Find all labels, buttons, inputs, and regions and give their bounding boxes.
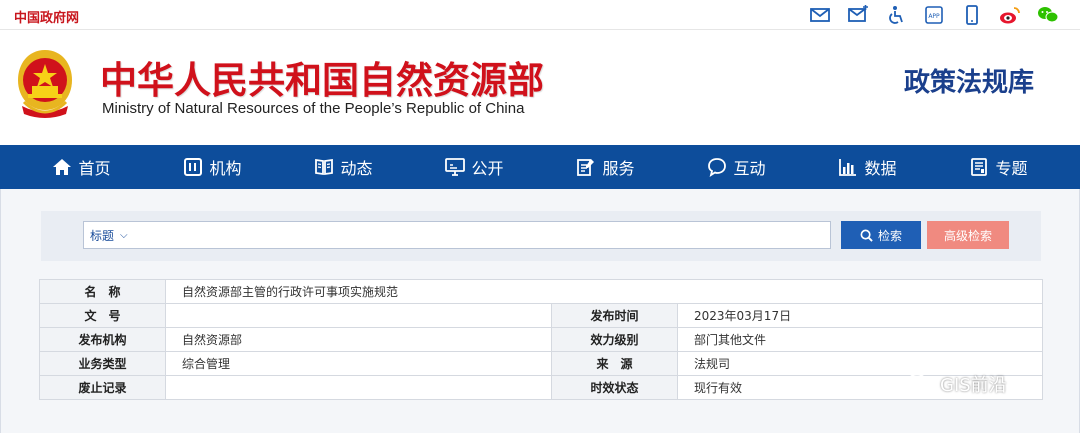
watermark: GIS前沿 xyxy=(906,371,1007,397)
main-nav: 首页 机构 动态 公开 服务 互动 数据 专题 xyxy=(0,145,1080,189)
bar-chart-icon xyxy=(839,159,857,176)
nav-item-home[interactable]: 首页 xyxy=(52,155,111,179)
nav-item-news[interactable]: 动态 xyxy=(314,155,373,179)
issuer-label: 发布机构 xyxy=(39,327,166,352)
abolish-value xyxy=(165,375,552,400)
document-metadata-table: 名 称 自然资源部主管的行政许可事项实施规范 文 号 发布时间 2023年03月… xyxy=(39,279,1043,400)
monitor-icon xyxy=(445,158,466,176)
doc-no-label: 文 号 xyxy=(39,303,166,328)
nav-label: 首页 xyxy=(78,159,111,178)
nav-item-org[interactable]: 机构 xyxy=(183,155,242,179)
table-row: 名 称 自然资源部主管的行政许可事项实施规范 xyxy=(39,279,1043,304)
table-row: 废止记录 时效状态 现行有效 xyxy=(39,375,1043,400)
status-label: 时效状态 xyxy=(551,375,678,400)
chat-icon xyxy=(708,158,727,177)
wechat-icon[interactable] xyxy=(1036,4,1060,26)
book-icon xyxy=(315,158,334,176)
search-button-label: 检索 xyxy=(877,228,902,243)
nav-label: 互动 xyxy=(733,159,766,178)
mail-icon[interactable] xyxy=(808,4,832,26)
ministry-title-cn: 中华人民共和国自然资源部 xyxy=(100,59,544,102)
policy-library-title: 政策法规库 xyxy=(903,68,1034,98)
nav-item-interact[interactable]: 互动 xyxy=(707,155,766,179)
nav-label: 服务 xyxy=(602,159,635,178)
search-button[interactable]: 检索 xyxy=(841,221,921,249)
name-label: 名 称 xyxy=(39,279,166,304)
search-input[interactable] xyxy=(127,222,830,248)
table-row: 业务类型 综合管理 来 源 法规司 xyxy=(39,351,1043,376)
source-label: 来 源 xyxy=(551,351,678,376)
org-icon xyxy=(184,158,203,176)
advanced-search-button[interactable]: 高级检索 xyxy=(927,221,1009,249)
nav-label: 数据 xyxy=(864,159,897,178)
home-icon xyxy=(53,159,72,175)
pub-date-value: 2023年03月17日 xyxy=(677,303,1043,328)
topic-icon xyxy=(971,158,988,176)
table-row: 发布机构 自然资源部 效力级别 部门其他文件 xyxy=(39,327,1043,352)
site-header: 中华人民共和国自然资源部 Ministry of Natural Resourc… xyxy=(0,30,1080,145)
ministry-title-en: Ministry of Natural Resources of the Peo… xyxy=(102,100,525,117)
nav-item-topic[interactable]: 专题 xyxy=(969,155,1028,179)
biz-type-label: 业务类型 xyxy=(39,351,166,376)
name-value: 自然资源部主管的行政许可事项实施规范 xyxy=(165,279,1043,304)
app-label: APP xyxy=(928,13,940,20)
pub-date-label: 发布时间 xyxy=(551,303,678,328)
weibo-icon[interactable] xyxy=(998,4,1022,26)
table-row: 文 号 发布时间 2023年03月17日 xyxy=(39,303,1043,328)
biz-type-value: 综合管理 xyxy=(165,351,552,376)
search-type-select[interactable]: 标题 ⌵ xyxy=(84,227,128,244)
nav-item-service[interactable]: 服务 xyxy=(576,155,635,179)
nav-label: 动态 xyxy=(340,159,373,178)
search-field: 标题 ⌵ xyxy=(83,221,831,249)
mobile-icon[interactable] xyxy=(960,4,984,26)
doc-no-value xyxy=(165,303,552,328)
top-utility-bar: 中国政府网 APP xyxy=(0,0,1080,30)
gov-portal-link[interactable]: 中国政府网 xyxy=(14,7,79,26)
top-icon-group: APP xyxy=(808,4,1060,26)
search-panel: 标题 ⌵ 检索 高级检索 xyxy=(41,211,1041,261)
accessibility-icon[interactable] xyxy=(884,4,908,26)
edit-doc-icon xyxy=(577,159,595,176)
search-type-label: 标题 xyxy=(90,228,115,243)
search-icon xyxy=(860,229,873,242)
nav-label: 公开 xyxy=(471,159,504,178)
nav-item-public[interactable]: 公开 xyxy=(445,155,504,179)
level-label: 效力级别 xyxy=(551,327,678,352)
level-value: 部门其他文件 xyxy=(677,327,1043,352)
national-emblem-icon xyxy=(18,50,72,118)
nav-label: 专题 xyxy=(995,159,1028,178)
watermark-text: GIS前沿 xyxy=(940,375,1007,396)
mail-send-icon[interactable] xyxy=(846,4,870,26)
nav-item-data[interactable]: 数据 xyxy=(838,155,897,179)
issuer-value: 自然资源部 xyxy=(165,327,552,352)
app-icon[interactable]: APP xyxy=(922,4,946,26)
abolish-label: 废止记录 xyxy=(39,375,166,400)
nav-label: 机构 xyxy=(209,159,242,178)
wechat-watermark-icon xyxy=(907,373,933,394)
chevron-down-icon: ⌵ xyxy=(120,229,128,241)
